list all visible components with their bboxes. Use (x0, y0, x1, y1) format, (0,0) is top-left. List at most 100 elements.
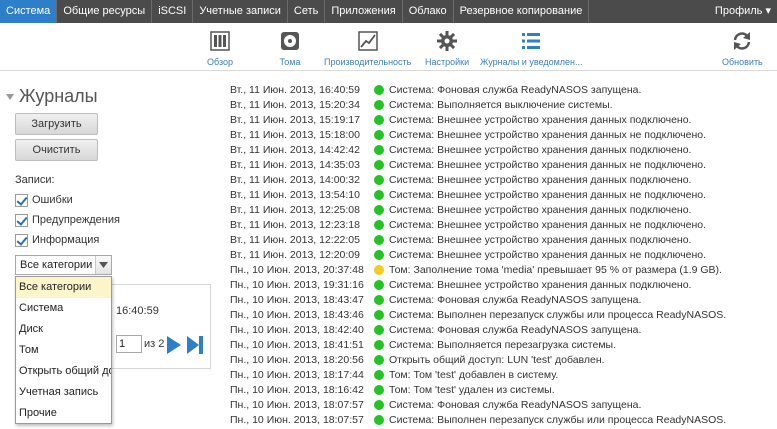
info-status-icon (374, 339, 384, 350)
category-option[interactable]: Том (16, 340, 111, 361)
pagination-time: 16:40:59 (116, 305, 159, 317)
category-option[interactable]: Открыть общий до (16, 361, 111, 382)
info-status-icon (374, 129, 384, 140)
log-message: Система: Внешнее устройство хранения дан… (389, 188, 707, 201)
log-message: Система: Фоновая служба ReadyNASOS запущ… (389, 293, 642, 306)
log-timestamp: Пн., 10 Июн. 2013, 18:43:46 (230, 308, 364, 321)
log-row: Пн., 10 Июн. 2013, 18:07:57 Система: Выпо… (230, 412, 775, 427)
log-message: Система: Выполняется перезагрузка систем… (389, 338, 617, 351)
category-option[interactable]: Диск (16, 319, 111, 340)
info-status-icon (374, 159, 384, 170)
warnings-checkbox[interactable] (15, 213, 28, 227)
next-page-icon[interactable] (166, 335, 182, 358)
nav-tab[interactable]: Приложения (325, 0, 403, 23)
log-row: Вт., 11 Июн. 2013, 13:54:10 Система: Внеш… (230, 187, 775, 202)
warnings-label: Предупреждения (32, 214, 120, 226)
info-status-icon (374, 99, 384, 110)
info-status-icon (374, 249, 384, 260)
log-row: Пн., 10 Июн. 2013, 18:07:57 Система: Фоно… (230, 397, 775, 412)
system-toolbar: Обзор Тома Производительность Настройки … (0, 23, 777, 71)
records-label: Записи: (15, 174, 55, 186)
toolbar-volumes[interactable]: Тома (278, 29, 302, 67)
nav-tab[interactable]: Резервное копирование (454, 0, 590, 23)
category-option[interactable]: Все категории (16, 277, 111, 298)
nav-tab[interactable]: Общие ресурсы (57, 0, 153, 23)
log-message: Система: Выполняется выключение системы. (389, 98, 613, 111)
info-status-icon (374, 369, 384, 380)
log-message: Система: Внешнее устройство хранения дан… (389, 128, 707, 141)
page-number-input[interactable]: 1 (116, 335, 142, 353)
info-status-icon (374, 219, 384, 230)
nav-tab[interactable]: Система (0, 0, 58, 23)
log-message: Система: Фоновая служба ReadyNASOS запущ… (389, 398, 642, 411)
category-select[interactable]: Все категории (15, 255, 112, 275)
toolbar-refresh[interactable]: Обновить (722, 29, 763, 67)
toolbar-performance[interactable]: Производительность (324, 29, 411, 67)
toolbar-logs[interactable]: Журналы и уведомлен... (480, 29, 583, 67)
log-message: Том: Заполнение тома 'media' превышает 9… (389, 263, 722, 276)
info-status-icon (374, 324, 384, 335)
section-title[interactable]: Журналы (6, 86, 98, 107)
info-checkbox[interactable] (15, 233, 28, 247)
log-message: Система: Внешнее устройство хранения дан… (389, 143, 692, 156)
log-message: Система: Внешнее устройство хранения дан… (389, 218, 707, 231)
nav-tab[interactable]: iSCSI (152, 0, 194, 23)
category-option[interactable]: Учетная запись (16, 382, 111, 403)
log-row: Вт., 11 Июн. 2013, 14:00:32 Система: Внеш… (230, 172, 775, 187)
toolbar-settings[interactable]: Настройки (425, 29, 469, 67)
toolbar-overview[interactable]: Обзор (207, 29, 233, 67)
log-message: Система: Внешнее устройство хранения дан… (389, 248, 707, 261)
section-title-text: Журналы (19, 86, 98, 106)
nav-tab[interactable]: Сеть (288, 0, 326, 23)
category-option[interactable]: Прочие (16, 403, 111, 423)
errors-checkbox[interactable] (15, 193, 28, 207)
log-timestamp: Пн., 10 Июн. 2013, 18:16:42 (230, 383, 364, 396)
volume-icon (278, 29, 302, 53)
log-row: Вт., 11 Июн. 2013, 12:22:05 Система: Внеш… (230, 232, 775, 247)
log-row: Пн., 10 Июн. 2013, 20:37:48 Том: Заполнен… (230, 262, 775, 277)
log-timestamp: Вт., 11 Июн. 2013, 12:25:08 (230, 203, 360, 216)
toolbar-settings-label: Настройки (425, 57, 470, 67)
profile-menu[interactable]: Профиль ▾ (715, 0, 771, 23)
log-row: Пн., 10 Июн. 2013, 18:43:47 Система: Фоно… (230, 292, 775, 307)
gear-icon (435, 29, 459, 53)
chevron-down-icon[interactable] (95, 256, 111, 274)
category-option[interactable]: Система (16, 298, 111, 319)
log-list: Вт., 11 Июн. 2013, 16:40:59 Система: Фоно… (230, 82, 775, 427)
category-select-value: Все категории (20, 259, 93, 271)
log-row: Пн., 10 Июн. 2013, 18:20:56 Открыть общий… (230, 352, 775, 367)
clear-logs-button[interactable]: Очистить (15, 139, 98, 161)
nav-tab[interactable]: Облако (403, 0, 454, 23)
log-row: Вт., 11 Июн. 2013, 12:20:09 Система: Внеш… (230, 247, 775, 262)
errors-label: Ошибки (32, 194, 73, 206)
filter-errors[interactable]: Ошибки (15, 192, 73, 208)
toolbar-refresh-label: Обновить (722, 57, 763, 67)
category-dropdown: Все категории Система Диск Том Открыть о… (15, 276, 112, 424)
filter-info[interactable]: Информация (15, 232, 99, 248)
log-message: Система: Выполнен перезапуск службы или … (389, 413, 727, 426)
log-timestamp: Пн., 10 Июн. 2013, 19:31:16 (230, 278, 364, 291)
log-timestamp: Пн., 10 Июн. 2013, 20:37:48 (230, 263, 364, 276)
log-message: Том: Том 'test' добавлен в систему. (389, 368, 559, 381)
log-row: Вт., 11 Июн. 2013, 14:42:42 Система: Внеш… (230, 142, 775, 157)
log-timestamp: Вт., 11 Июн. 2013, 14:42:42 (230, 143, 360, 156)
filter-warnings[interactable]: Предупреждения (15, 212, 120, 228)
toolbar-overview-label: Обзор (207, 57, 233, 67)
log-message: Система: Внешнее устройство хранения дан… (389, 113, 692, 126)
info-status-icon (374, 84, 384, 95)
nav-tab[interactable]: Учетные записи (193, 0, 288, 23)
info-label: Информация (32, 234, 100, 246)
last-page-icon[interactable] (186, 335, 204, 358)
download-logs-button[interactable]: Загрузить (15, 113, 98, 135)
log-timestamp: Вт., 11 Июн. 2013, 13:54:10 (230, 188, 360, 201)
log-row: Вт., 11 Июн. 2013, 14:35:03 Система: Внеш… (230, 157, 775, 172)
log-row: Пн., 10 Июн. 2013, 18:17:44 Том: Том 'tes… (230, 367, 775, 382)
log-timestamp: Вт., 11 Июн. 2013, 12:23:18 (230, 218, 360, 231)
log-row: Вт., 11 Июн. 2013, 12:23:18 Система: Внеш… (230, 217, 775, 232)
log-row: Пн., 10 Июн. 2013, 18:42:40 Система: Фоно… (230, 322, 775, 337)
info-status-icon (374, 414, 384, 425)
log-timestamp: Пн., 10 Июн. 2013, 18:17:44 (230, 368, 364, 381)
log-message: Система: Внешнее устройство хранения дан… (389, 173, 692, 186)
log-message: Том: Том 'test' удален из системы. (389, 383, 555, 396)
log-row: Пн., 10 Июн. 2013, 18:16:42 Том: Том 'tes… (230, 382, 775, 397)
